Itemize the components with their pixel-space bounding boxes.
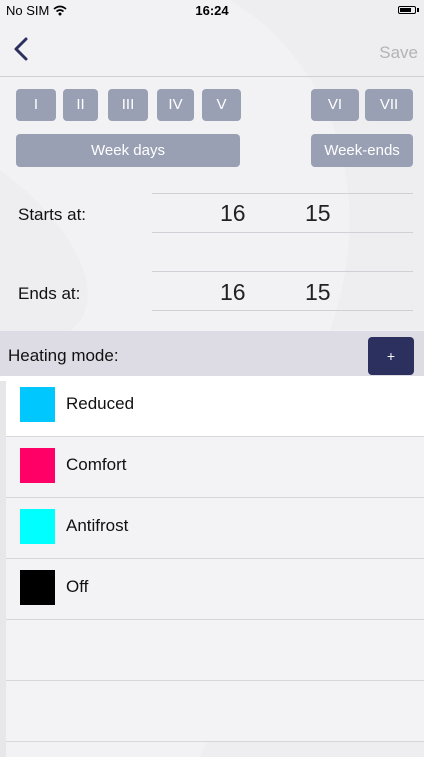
- mode-label: Comfort: [66, 455, 127, 474]
- divider: [152, 232, 413, 233]
- color-swatch: [20, 448, 55, 483]
- heating-mode-header: Heating mode: +: [0, 331, 424, 381]
- day-button-3[interactable]: III: [108, 89, 148, 121]
- empty-row: [0, 681, 424, 742]
- starts-minute-picker[interactable]: 15: [305, 200, 331, 227]
- mode-label: Off: [66, 577, 89, 596]
- save-button[interactable]: Save: [379, 43, 418, 63]
- color-swatch: [20, 570, 55, 605]
- heating-mode-label: Heating mode:: [8, 346, 119, 365]
- day-button-4[interactable]: IV: [157, 89, 194, 121]
- add-mode-button[interactable]: +: [368, 337, 414, 375]
- clock: 16:24: [195, 3, 229, 18]
- color-swatch: [20, 387, 55, 422]
- list-left-edge: [0, 381, 6, 757]
- empty-row: [0, 620, 424, 681]
- status-bar: No SIM 16:24: [0, 0, 424, 20]
- color-swatch: [20, 509, 55, 544]
- day-button-6[interactable]: VI: [311, 89, 359, 121]
- day-button-7[interactable]: VII: [365, 89, 413, 121]
- week-days-button[interactable]: Week days: [16, 134, 240, 167]
- mode-row-off[interactable]: Off: [0, 559, 424, 620]
- divider: [152, 310, 413, 311]
- ends-hour-picker[interactable]: 16: [220, 279, 246, 306]
- week-ends-button[interactable]: Week-ends: [311, 134, 413, 167]
- ends-at-label: Ends at:: [18, 284, 81, 303]
- battery-icon: [398, 6, 416, 14]
- mode-label: Antifrost: [66, 516, 129, 535]
- day-button-2[interactable]: II: [63, 89, 98, 121]
- starts-hour-picker[interactable]: 16: [220, 200, 246, 227]
- divider: [152, 193, 413, 194]
- ends-minute-picker[interactable]: 15: [305, 279, 331, 306]
- starts-at-label: Starts at:: [18, 205, 87, 224]
- day-button-1[interactable]: I: [16, 89, 56, 121]
- nav-bar: Save: [0, 20, 424, 77]
- mode-row-antifrost[interactable]: Antifrost: [0, 498, 424, 559]
- mode-row-comfort[interactable]: Comfort: [0, 437, 424, 498]
- mode-label: Reduced: [66, 394, 135, 413]
- day-button-5[interactable]: V: [202, 89, 241, 121]
- mode-row-reduced[interactable]: Reduced: [0, 376, 424, 437]
- battery-nub: [417, 8, 419, 12]
- back-button[interactable]: [10, 36, 34, 62]
- divider: [152, 271, 413, 272]
